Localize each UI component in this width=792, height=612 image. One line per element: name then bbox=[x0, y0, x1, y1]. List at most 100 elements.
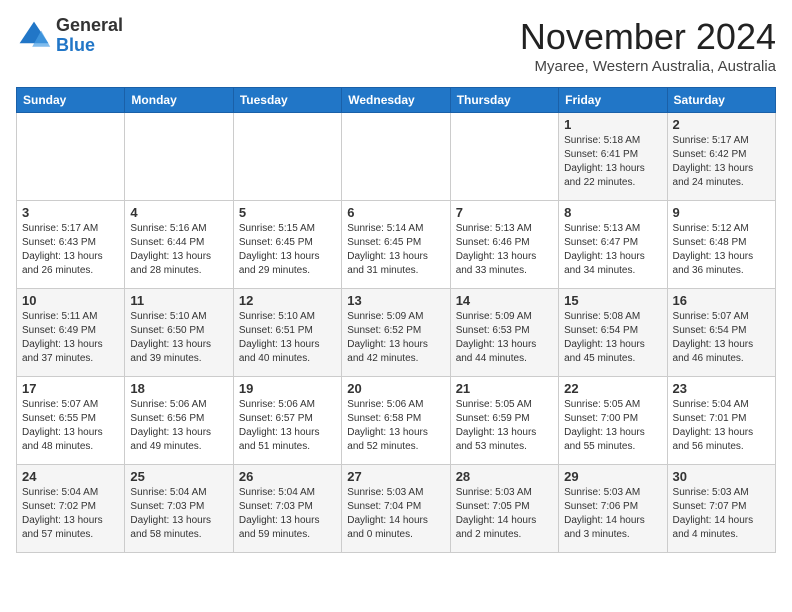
day-info: Sunrise: 5:05 AM Sunset: 7:00 PM Dayligh… bbox=[564, 398, 661, 454]
day-cell: 18 Sunrise: 5:06 AM Sunset: 6:56 PM Dayli… bbox=[125, 377, 233, 465]
day-cell: 14 Sunrise: 5:09 AM Sunset: 6:53 PM Dayli… bbox=[450, 289, 558, 377]
day-number: 15 bbox=[564, 293, 661, 308]
logo-text: General Blue bbox=[56, 16, 123, 56]
week-row-4: 24 Sunrise: 5:04 AM Sunset: 7:02 PM Dayli… bbox=[17, 465, 776, 553]
day-cell bbox=[342, 113, 450, 201]
day-number: 14 bbox=[456, 293, 553, 308]
day-cell: 25 Sunrise: 5:04 AM Sunset: 7:03 PM Dayli… bbox=[125, 465, 233, 553]
logo-blue: Blue bbox=[56, 35, 95, 55]
day-cell: 17 Sunrise: 5:07 AM Sunset: 6:55 PM Dayli… bbox=[17, 377, 125, 465]
header-tuesday: Tuesday bbox=[233, 88, 341, 113]
day-cell: 3Sunrise: 5:17 AM Sunset: 6:43 PM Daylig… bbox=[17, 201, 125, 289]
header-sunday: Sunday bbox=[17, 88, 125, 113]
day-cell: 24 Sunrise: 5:04 AM Sunset: 7:02 PM Dayli… bbox=[17, 465, 125, 553]
day-cell: 21 Sunrise: 5:05 AM Sunset: 6:59 PM Dayli… bbox=[450, 377, 558, 465]
day-cell: 28 Sunrise: 5:03 AM Sunset: 7:05 PM Dayli… bbox=[450, 465, 558, 553]
day-cell: 23 Sunrise: 5:04 AM Sunset: 7:01 PM Dayli… bbox=[667, 377, 775, 465]
day-info: Sunrise: 5:12 AM Sunset: 6:48 PM Dayligh… bbox=[673, 222, 770, 278]
day-info: Sunrise: 5:04 AM Sunset: 7:01 PM Dayligh… bbox=[673, 398, 770, 454]
day-cell: 22 Sunrise: 5:05 AM Sunset: 7:00 PM Dayli… bbox=[559, 377, 667, 465]
day-info: Sunrise: 5:17 AM Sunset: 6:43 PM Dayligh… bbox=[22, 222, 119, 278]
day-number: 9 bbox=[673, 205, 770, 220]
day-info: Sunrise: 5:14 AM Sunset: 6:45 PM Dayligh… bbox=[347, 222, 444, 278]
day-info: Sunrise: 5:05 AM Sunset: 6:59 PM Dayligh… bbox=[456, 398, 553, 454]
day-number: 17 bbox=[22, 381, 119, 396]
logo-icon bbox=[16, 18, 52, 54]
day-number: 29 bbox=[564, 469, 661, 484]
day-info: Sunrise: 5:08 AM Sunset: 6:54 PM Dayligh… bbox=[564, 310, 661, 366]
day-cell: 10 Sunrise: 5:11 AM Sunset: 6:49 PM Dayli… bbox=[17, 289, 125, 377]
calendar-header-row: SundayMondayTuesdayWednesdayThursdayFrid… bbox=[17, 88, 776, 113]
day-number: 13 bbox=[347, 293, 444, 308]
day-info: Sunrise: 5:09 AM Sunset: 6:53 PM Dayligh… bbox=[456, 310, 553, 366]
day-cell: 15 Sunrise: 5:08 AM Sunset: 6:54 PM Dayli… bbox=[559, 289, 667, 377]
day-cell: 4 Sunrise: 5:16 AM Sunset: 6:44 PM Daylig… bbox=[125, 201, 233, 289]
day-info: Sunrise: 5:13 AM Sunset: 6:47 PM Dayligh… bbox=[564, 222, 661, 278]
week-row-2: 10 Sunrise: 5:11 AM Sunset: 6:49 PM Dayli… bbox=[17, 289, 776, 377]
day-number: 28 bbox=[456, 469, 553, 484]
day-cell: 26 Sunrise: 5:04 AM Sunset: 7:03 PM Dayli… bbox=[233, 465, 341, 553]
day-info: Sunrise: 5:04 AM Sunset: 7:03 PM Dayligh… bbox=[130, 486, 227, 542]
day-info: Sunrise: 5:06 AM Sunset: 6:57 PM Dayligh… bbox=[239, 398, 336, 454]
header-thursday: Thursday bbox=[450, 88, 558, 113]
day-cell: 20 Sunrise: 5:06 AM Sunset: 6:58 PM Dayli… bbox=[342, 377, 450, 465]
day-number: 10 bbox=[22, 293, 119, 308]
day-info: Sunrise: 5:15 AM Sunset: 6:45 PM Dayligh… bbox=[239, 222, 336, 278]
day-info: Sunrise: 5:09 AM Sunset: 6:52 PM Dayligh… bbox=[347, 310, 444, 366]
day-number: 12 bbox=[239, 293, 336, 308]
week-row-0: 1Sunrise: 5:18 AM Sunset: 6:41 PM Daylig… bbox=[17, 113, 776, 201]
day-info: Sunrise: 5:04 AM Sunset: 7:03 PM Dayligh… bbox=[239, 486, 336, 542]
day-number: 16 bbox=[673, 293, 770, 308]
day-number: 26 bbox=[239, 469, 336, 484]
week-row-1: 3Sunrise: 5:17 AM Sunset: 6:43 PM Daylig… bbox=[17, 201, 776, 289]
day-info: Sunrise: 5:06 AM Sunset: 6:56 PM Dayligh… bbox=[130, 398, 227, 454]
day-number: 23 bbox=[673, 381, 770, 396]
day-number: 8 bbox=[564, 205, 661, 220]
day-number: 6 bbox=[347, 205, 444, 220]
day-info: Sunrise: 5:07 AM Sunset: 6:54 PM Dayligh… bbox=[673, 310, 770, 366]
month-title: November 2024 bbox=[520, 16, 776, 58]
day-number: 20 bbox=[347, 381, 444, 396]
day-number: 18 bbox=[130, 381, 227, 396]
day-number: 7 bbox=[456, 205, 553, 220]
day-number: 19 bbox=[239, 381, 336, 396]
day-number: 25 bbox=[130, 469, 227, 484]
week-row-3: 17 Sunrise: 5:07 AM Sunset: 6:55 PM Dayli… bbox=[17, 377, 776, 465]
day-info: Sunrise: 5:17 AM Sunset: 6:42 PM Dayligh… bbox=[673, 134, 770, 190]
day-cell: 6 Sunrise: 5:14 AM Sunset: 6:45 PM Daylig… bbox=[342, 201, 450, 289]
day-cell: 5 Sunrise: 5:15 AM Sunset: 6:45 PM Daylig… bbox=[233, 201, 341, 289]
day-cell: 2 Sunrise: 5:17 AM Sunset: 6:42 PM Daylig… bbox=[667, 113, 775, 201]
title-block: November 2024 Myaree, Western Australia,… bbox=[520, 16, 776, 75]
day-number: 5 bbox=[239, 205, 336, 220]
day-cell bbox=[233, 113, 341, 201]
day-info: Sunrise: 5:11 AM Sunset: 6:49 PM Dayligh… bbox=[22, 310, 119, 366]
day-info: Sunrise: 5:10 AM Sunset: 6:50 PM Dayligh… bbox=[130, 310, 227, 366]
day-number: 24 bbox=[22, 469, 119, 484]
day-cell: 27Sunrise: 5:03 AM Sunset: 7:04 PM Dayli… bbox=[342, 465, 450, 553]
day-number: 2 bbox=[673, 117, 770, 132]
day-number: 21 bbox=[456, 381, 553, 396]
day-cell: 1Sunrise: 5:18 AM Sunset: 6:41 PM Daylig… bbox=[559, 113, 667, 201]
page-header: General Blue November 2024 Myaree, Weste… bbox=[16, 16, 776, 75]
day-cell: 7 Sunrise: 5:13 AM Sunset: 6:46 PM Daylig… bbox=[450, 201, 558, 289]
day-info: Sunrise: 5:03 AM Sunset: 7:07 PM Dayligh… bbox=[673, 486, 770, 542]
header-monday: Monday bbox=[125, 88, 233, 113]
day-info: Sunrise: 5:16 AM Sunset: 6:44 PM Dayligh… bbox=[130, 222, 227, 278]
calendar-table: SundayMondayTuesdayWednesdayThursdayFrid… bbox=[16, 87, 776, 553]
day-cell: 12Sunrise: 5:10 AM Sunset: 6:51 PM Dayli… bbox=[233, 289, 341, 377]
logo: General Blue bbox=[16, 16, 123, 56]
day-cell bbox=[17, 113, 125, 201]
day-number: 22 bbox=[564, 381, 661, 396]
day-info: Sunrise: 5:06 AM Sunset: 6:58 PM Dayligh… bbox=[347, 398, 444, 454]
day-info: Sunrise: 5:07 AM Sunset: 6:55 PM Dayligh… bbox=[22, 398, 119, 454]
day-cell: 29Sunrise: 5:03 AM Sunset: 7:06 PM Dayli… bbox=[559, 465, 667, 553]
day-number: 1 bbox=[564, 117, 661, 132]
day-cell bbox=[450, 113, 558, 201]
day-info: Sunrise: 5:13 AM Sunset: 6:46 PM Dayligh… bbox=[456, 222, 553, 278]
day-info: Sunrise: 5:04 AM Sunset: 7:02 PM Dayligh… bbox=[22, 486, 119, 542]
day-cell bbox=[125, 113, 233, 201]
day-cell: 19 Sunrise: 5:06 AM Sunset: 6:57 PM Dayli… bbox=[233, 377, 341, 465]
day-number: 4 bbox=[130, 205, 227, 220]
day-info: Sunrise: 5:03 AM Sunset: 7:05 PM Dayligh… bbox=[456, 486, 553, 542]
logo-general: General bbox=[56, 15, 123, 35]
